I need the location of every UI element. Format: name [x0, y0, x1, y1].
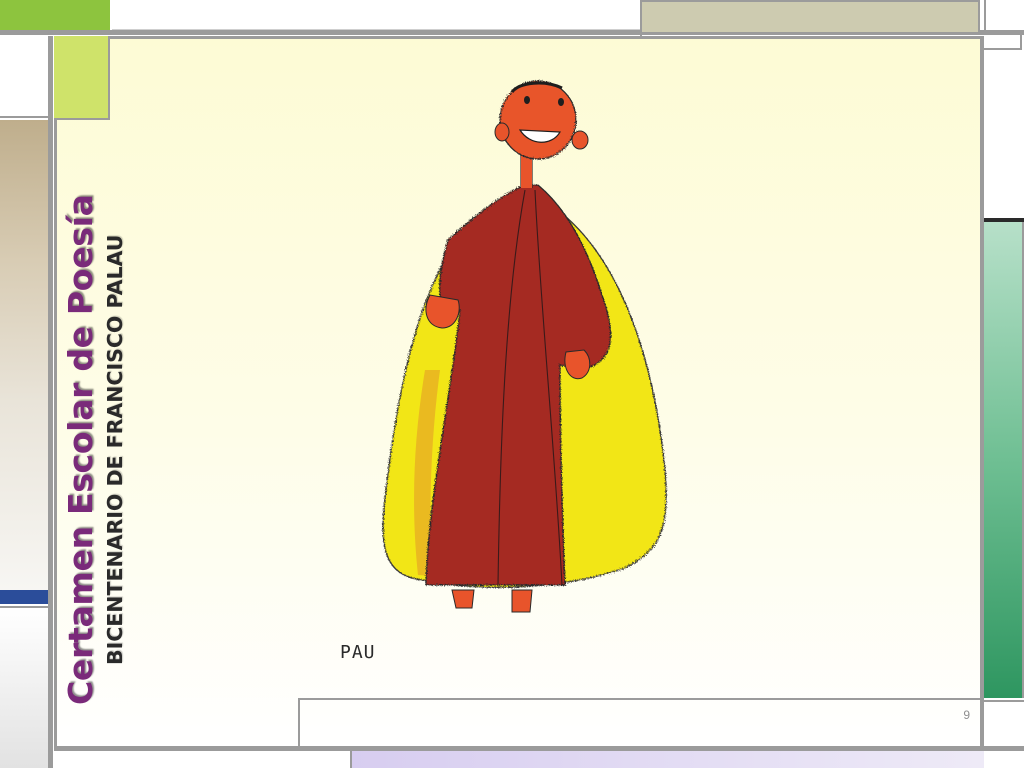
frame-block-khaki-top	[640, 0, 980, 34]
slide-subtitle: BICENTENARIO DE FRANCISCO PALAU	[103, 234, 127, 665]
drawing-caption: PAU	[340, 642, 376, 663]
frame-block-bottom-lavender	[350, 751, 984, 768]
frame-block-left-white	[0, 36, 48, 118]
frame-block-lightgreen	[54, 36, 110, 120]
frame-block-right-bottom	[984, 700, 1024, 768]
drawing-left-hand	[425, 294, 460, 329]
frame-block-white-top	[112, 0, 640, 30]
frame-outline-bottom	[298, 698, 984, 748]
frame-block-right-white	[984, 52, 1024, 218]
drawing-figure	[382, 80, 667, 613]
vertical-title-block: Certamen Escolar de Poesía BICENTENARIO …	[60, 145, 144, 705]
slide-number: 9	[963, 708, 970, 722]
frame-block-left-bottom	[0, 606, 48, 768]
frame-block-left-blue	[0, 590, 48, 604]
frame-block-green-top	[0, 0, 110, 30]
frame-block-right-teal	[984, 222, 1024, 698]
frame-block-white-corner	[984, 0, 1024, 30]
slide-title: Certamen Escolar de Poesía	[61, 194, 100, 705]
drawing-right-hand	[564, 349, 591, 380]
frame-bar-left	[48, 36, 53, 768]
drawing-right-foot	[511, 589, 533, 613]
frame-block-left-tan	[0, 120, 48, 590]
drawing-left-foot	[451, 589, 475, 609]
drawing-head	[499, 80, 577, 160]
